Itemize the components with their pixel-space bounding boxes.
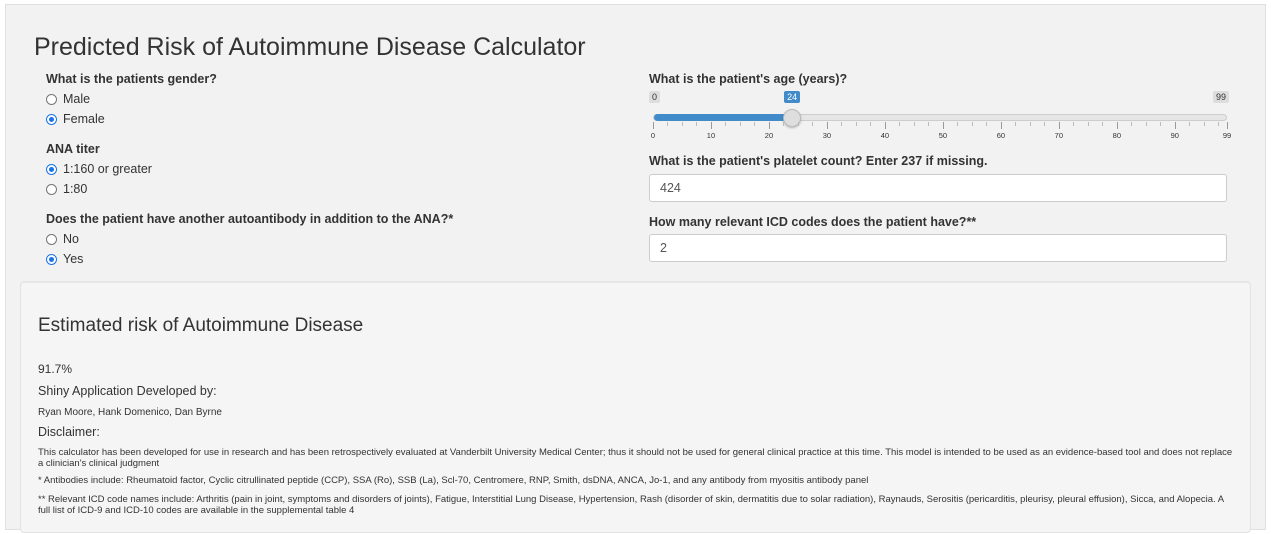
radio-label: No <box>63 232 79 246</box>
disclaimer-label: Disclaimer: <box>38 425 100 439</box>
radio-ana-80[interactable]: 1:80 <box>46 181 87 197</box>
slider-minor-tick <box>928 122 930 126</box>
slider-major-tick <box>1058 122 1060 129</box>
slider-min-label: 0 <box>649 91 661 103</box>
slider-tick-label: 40 <box>880 131 890 140</box>
radio-gender-female[interactable]: Female <box>46 111 105 127</box>
radio-ana-160[interactable]: 1:160 or greater <box>46 161 152 177</box>
slider-minor-tick <box>899 122 901 126</box>
slider-minor-tick <box>812 122 814 126</box>
result-panel: Estimated risk of Autoimmune Disease 91.… <box>20 281 1251 533</box>
slider-minor-tick <box>667 122 669 126</box>
slider-minor-tick <box>841 122 843 126</box>
slider-major-tick <box>710 122 712 129</box>
slider-major-tick <box>1000 122 1002 129</box>
radio-antibody-no[interactable]: No <box>46 231 79 247</box>
developed-by-label: Shiny Application Developed by: <box>38 384 217 398</box>
slider-track[interactable] <box>653 114 1227 121</box>
slider-minor-tick <box>1189 122 1191 126</box>
radio-button[interactable] <box>46 93 57 105</box>
slider-minor-tick <box>739 122 741 126</box>
autoantibody-label: Does the patient have another autoantibo… <box>46 212 454 226</box>
app-container: Predicted Risk of Autoimmune Disease Cal… <box>5 4 1266 533</box>
slider-minor-tick <box>1102 122 1104 126</box>
slider-minor-tick <box>971 122 973 126</box>
icd-label: How many relevant ICD codes does the pat… <box>649 215 977 229</box>
slider-minor-tick <box>1073 122 1075 126</box>
disclaimer-text: This calculator has been developed for u… <box>38 447 1233 469</box>
slider-minor-tick <box>986 122 988 126</box>
age-label: What is the patient's age (years)? <box>649 72 848 86</box>
radio-button[interactable] <box>46 163 57 175</box>
platelet-label: What is the patient's platelet count? En… <box>649 154 988 168</box>
slider-minor-tick <box>1044 122 1046 126</box>
slider-minor-tick <box>1087 122 1089 126</box>
slider-tick-label: 80 <box>1112 131 1121 140</box>
slider-minor-tick <box>1131 122 1133 126</box>
slider-major-tick <box>1227 122 1228 129</box>
slider-minor-tick <box>681 122 683 126</box>
slider-major-tick <box>1174 122 1176 129</box>
slider-minor-tick <box>1160 122 1162 126</box>
slider-major-tick <box>1116 122 1118 129</box>
slider-major-tick <box>653 122 654 129</box>
page-title: Predicted Risk of Autoimmune Disease Cal… <box>34 33 586 61</box>
result-title: Estimated risk of Autoimmune Disease <box>38 315 364 336</box>
antibodies-note: * Antibodies include: Rheumatoid factor,… <box>38 475 869 486</box>
slider-tick-label: 50 <box>938 131 948 140</box>
radio-button[interactable] <box>46 233 57 245</box>
slider-tick-label: 60 <box>996 131 1006 140</box>
slider-minor-tick <box>957 122 959 126</box>
icd-note: ** Relevant ICD code names include: Arth… <box>38 494 1224 516</box>
slider-minor-tick <box>913 122 915 126</box>
slider-major-tick <box>884 122 886 129</box>
icd-input[interactable] <box>649 234 1227 262</box>
radio-button[interactable] <box>46 183 57 195</box>
radio-label: Yes <box>63 252 84 266</box>
radio-button[interactable] <box>46 113 57 125</box>
slider-max-label: 99 <box>1212 91 1229 103</box>
slider-minor-tick <box>725 122 727 126</box>
slider-minor-tick <box>797 122 799 126</box>
platelet-input[interactable] <box>649 174 1227 202</box>
slider-fill <box>654 114 794 121</box>
slider-minor-tick <box>1203 122 1205 126</box>
slider-major-tick <box>942 122 944 129</box>
radio-label: Male <box>63 92 91 106</box>
slider-tick-label: 90 <box>1170 131 1179 140</box>
slider-tick-label: 10 <box>706 131 716 140</box>
slider-tick-label: 99 <box>1222 131 1232 140</box>
slider-minor-tick <box>783 122 785 126</box>
slider-major-tick <box>768 122 770 129</box>
slider-minor-tick <box>754 122 756 126</box>
slider-major-tick <box>826 122 828 129</box>
slider-tick-label: 20 <box>764 131 774 140</box>
radio-label: 1:80 <box>63 182 88 196</box>
slider-minor-tick <box>1015 122 1017 126</box>
ana-titer-label: ANA titer <box>46 142 100 156</box>
radio-button[interactable] <box>46 253 57 265</box>
slider-value-label: 24 <box>784 91 801 103</box>
slider-minor-tick <box>1218 122 1220 126</box>
slider-minor-tick <box>870 122 872 126</box>
slider-minor-tick <box>855 122 857 126</box>
slider-minor-tick <box>1029 122 1031 126</box>
developers-text: Ryan Moore, Hank Domenico, Dan Byrne <box>38 407 222 418</box>
gender-label: What is the patients gender? <box>46 72 217 86</box>
radio-label: Female <box>63 112 105 126</box>
age-slider[interactable]: 0 99 24 0 10 20 30 40 50 60 70 80 90 99 <box>649 91 1232 141</box>
slider-tick-label: 0 <box>650 131 656 140</box>
risk-value: 91.7% <box>38 362 73 376</box>
slider-minor-tick <box>696 122 698 126</box>
slider-tick-label: 30 <box>822 131 832 140</box>
radio-gender-male[interactable]: Male <box>46 91 90 107</box>
radio-antibody-yes[interactable]: Yes <box>46 251 83 267</box>
radio-label: 1:160 or greater <box>63 162 152 176</box>
slider-minor-tick <box>1145 122 1147 126</box>
slider-tick-label: 70 <box>1054 131 1064 140</box>
